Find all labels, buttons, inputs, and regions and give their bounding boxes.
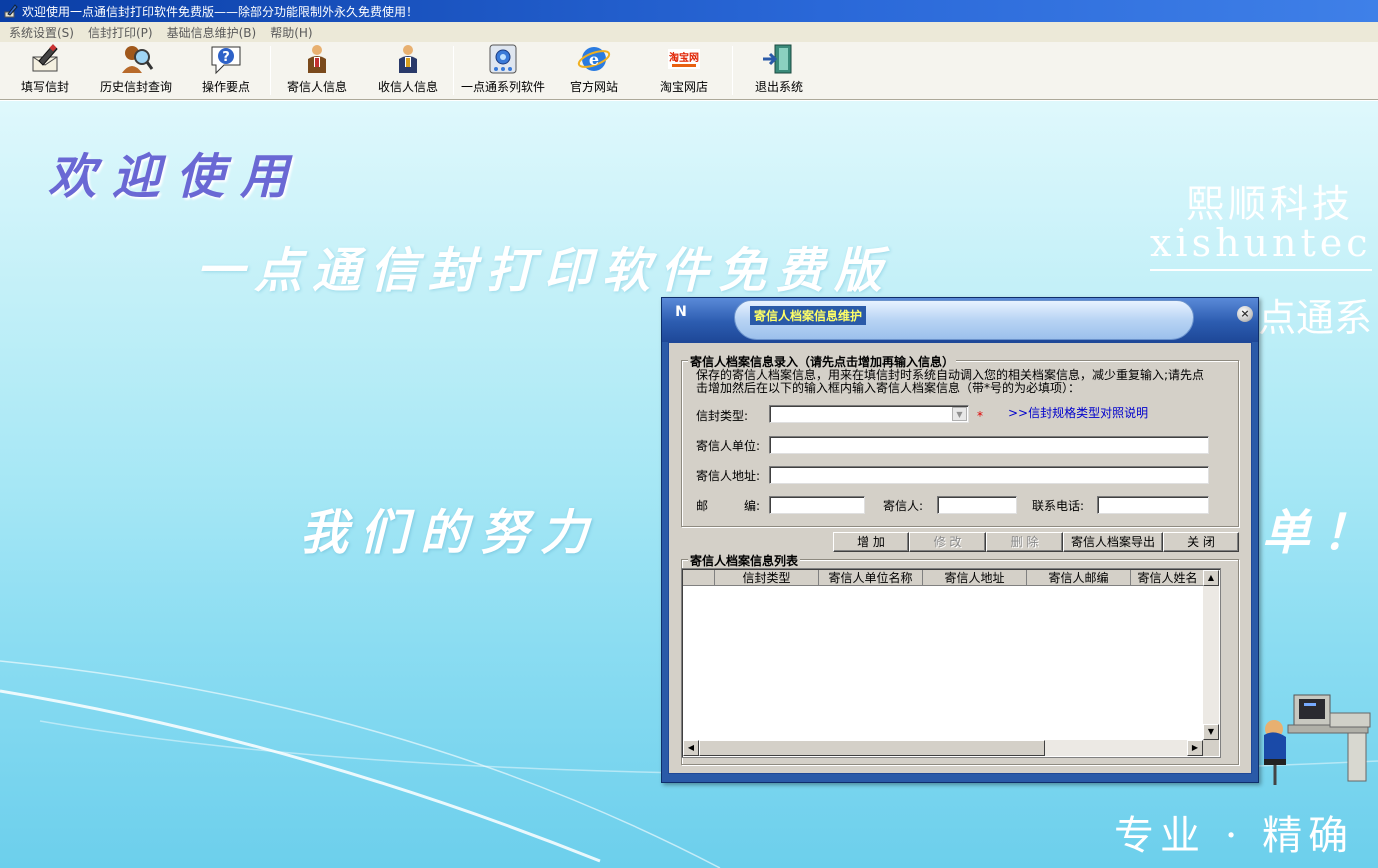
sender-archive-table[interactable]: 信封类型 寄信人单位名称 寄信人地址 寄信人邮编 寄信人姓名 ▲ ▼ ◀ ▶ bbox=[681, 568, 1221, 758]
column-header-sender-postcode[interactable]: 寄信人邮编 bbox=[1027, 570, 1131, 586]
company-name-cn: 熙顺科技 bbox=[1186, 182, 1355, 226]
window-title: 欢迎使用一点通信封打印软件免费版——除部分功能限制外永久免费使用！ bbox=[22, 4, 419, 19]
slogan-text: 专业 · 精确 bbox=[1114, 813, 1355, 859]
dialog-body: 寄信人档案信息录入（请先点击增加再输入信息） 保存的寄信人档案信息，用来在填信封… bbox=[668, 342, 1252, 774]
official-site-button[interactable]: e 官方网站 bbox=[552, 42, 636, 99]
phone-label: 联系电话: bbox=[1032, 499, 1085, 513]
taobao-logo-text: 淘宝网 bbox=[669, 51, 699, 64]
person-magnifier-icon bbox=[122, 46, 154, 73]
operation-tips-button[interactable]: ? 操作要点 bbox=[182, 42, 270, 99]
table-header: 信封类型 寄信人单位名称 寄信人地址 寄信人邮编 寄信人姓名 bbox=[683, 570, 1205, 586]
vertical-scrollbar[interactable]: ▲ ▼ bbox=[1203, 570, 1219, 740]
series-software-icon bbox=[489, 44, 517, 74]
column-header-sender-address[interactable]: 寄信人地址 bbox=[923, 570, 1027, 586]
scroll-up-icon[interactable]: ▲ bbox=[1203, 570, 1219, 586]
effort-banner-tail: 单！ bbox=[1262, 505, 1378, 561]
computer-worker-illustration bbox=[1264, 694, 1371, 785]
product-banner: 一点通信封打印软件免费版 bbox=[196, 243, 893, 299]
scrollbar-corner bbox=[1203, 740, 1219, 756]
horizontal-scroll-thumb[interactable] bbox=[699, 740, 1045, 756]
modify-button[interactable]: 修 改 bbox=[909, 532, 986, 552]
dialog-title: 寄信人档案信息维护 bbox=[750, 306, 867, 325]
dialog-logo-icon: N bbox=[675, 304, 687, 320]
sender-info-label: 寄信人信息 bbox=[286, 80, 347, 94]
series-software-button[interactable]: 一点通系列软件 bbox=[454, 42, 552, 99]
series-text: 点通系 bbox=[1258, 296, 1373, 340]
svg-text:e: e bbox=[589, 50, 599, 69]
history-query-button[interactable]: 历史信封查询 bbox=[90, 42, 182, 99]
required-mark: * bbox=[977, 409, 983, 423]
envelope-pen-icon bbox=[32, 44, 58, 72]
spec-link[interactable]: >>信封规格类型对照说明 bbox=[1008, 404, 1148, 421]
postcode-label-a: 邮 bbox=[696, 499, 709, 513]
postcode-label-b: 编: bbox=[744, 499, 761, 513]
history-query-label: 历史信封查询 bbox=[99, 80, 172, 94]
sender-name-input[interactable] bbox=[937, 496, 1017, 514]
sender-person-icon bbox=[308, 45, 326, 73]
phone-input[interactable] bbox=[1097, 496, 1209, 514]
entry-group: 寄信人档案信息录入（请先点击增加再输入信息） 保存的寄信人档案信息，用来在填信封… bbox=[681, 353, 1239, 527]
scroll-down-icon[interactable]: ▼ bbox=[1203, 724, 1219, 740]
sender-info-button[interactable]: 寄信人信息 bbox=[271, 42, 363, 99]
recipient-person-icon bbox=[399, 45, 417, 73]
close-button[interactable]: 关 闭 bbox=[1163, 532, 1239, 552]
fill-envelope-button[interactable]: 填写信封 bbox=[0, 42, 90, 99]
company-name-en: xishuntec bbox=[1150, 221, 1372, 271]
operation-tips-label: 操作要点 bbox=[201, 80, 250, 94]
svg-text:?: ? bbox=[222, 50, 230, 65]
toolbar: 填写信封 历史信封查询 ? 操作要点 寄信人信息 收信人信息 一点通系列软件 e… bbox=[0, 42, 1378, 100]
exit-door-icon bbox=[763, 44, 792, 74]
sender-address-input[interactable] bbox=[769, 466, 1209, 484]
app-pen-icon bbox=[4, 4, 18, 18]
sender-unit-label: 寄信人单位: bbox=[696, 439, 761, 453]
recipient-info-label: 收信人信息 bbox=[377, 80, 438, 94]
column-header-envelope-type[interactable]: 信封类型 bbox=[715, 570, 819, 586]
menu-envelope-print[interactable]: 信封打印(P) bbox=[81, 24, 160, 41]
recipient-info-button[interactable]: 收信人信息 bbox=[363, 42, 453, 99]
taobao-store-label: 淘宝网店 bbox=[659, 80, 708, 94]
exit-label: 退出系统 bbox=[754, 80, 803, 94]
export-button[interactable]: 寄信人档案导出 bbox=[1063, 532, 1163, 552]
taobao-logo-icon: 淘宝网 bbox=[668, 49, 700, 69]
sender-archive-dialog: N 寄信人档案信息维护 × 寄信人档案信息录入（请先点击增加再输入信息） 保存的… bbox=[661, 297, 1259, 783]
effort-banner: 我们的努力 bbox=[300, 505, 601, 561]
dialog-title-bar[interactable]: N 寄信人档案信息维护 × bbox=[662, 298, 1258, 342]
envelope-type-label: 信封类型: bbox=[696, 409, 749, 423]
menu-bar: 系统设置(S) 信封打印(P) 基础信息维护(B) 帮助(H) bbox=[0, 22, 1378, 42]
list-group-title: 寄信人档案信息列表 bbox=[688, 552, 801, 569]
add-button[interactable]: 增 加 bbox=[833, 532, 909, 552]
horizontal-scrollbar[interactable]: ◀ ▶ bbox=[683, 740, 1203, 756]
dialog-close-icon[interactable]: × bbox=[1237, 306, 1253, 322]
sender-unit-input[interactable] bbox=[769, 436, 1209, 454]
postcode-input[interactable] bbox=[769, 496, 865, 514]
delete-button[interactable]: 删 除 bbox=[986, 532, 1063, 552]
entry-hint: 保存的寄信人档案信息，用来在填信封时系统自动调入您的相关档案信息，减少重复输入;… bbox=[696, 368, 1205, 395]
series-software-label: 一点通系列软件 bbox=[460, 80, 545, 94]
internet-explorer-icon: e bbox=[577, 47, 611, 71]
scroll-right-icon[interactable]: ▶ bbox=[1187, 740, 1203, 756]
fill-envelope-label: 填写信封 bbox=[20, 80, 69, 94]
column-header-sender-unit[interactable]: 寄信人单位名称 bbox=[819, 570, 923, 586]
exit-button[interactable]: 退出系统 bbox=[733, 42, 825, 99]
menu-basic-info[interactable]: 基础信息维护(B) bbox=[160, 24, 264, 41]
sender-name-label: 寄信人: bbox=[883, 499, 924, 513]
scroll-left-icon[interactable]: ◀ bbox=[683, 740, 699, 756]
menu-help[interactable]: 帮助(H) bbox=[263, 24, 319, 41]
title-bar: 欢迎使用一点通信封打印软件免费版——除部分功能限制外永久免费使用！ bbox=[0, 0, 1378, 22]
menu-system-settings[interactable]: 系统设置(S) bbox=[2, 24, 81, 41]
sender-address-label: 寄信人地址: bbox=[696, 469, 761, 483]
taobao-store-button[interactable]: 淘宝网 淘宝网店 bbox=[636, 42, 732, 99]
envelope-type-select[interactable]: ▼ bbox=[769, 405, 969, 423]
help-question-icon: ? bbox=[211, 46, 241, 75]
welcome-heading: 欢迎使用 bbox=[48, 149, 305, 205]
official-site-label: 官方网站 bbox=[569, 80, 618, 94]
button-row: 增 加 修 改 删 除 寄信人档案导出 关 闭 bbox=[669, 532, 1253, 554]
chevron-down-icon[interactable]: ▼ bbox=[952, 407, 967, 421]
column-header-indicator[interactable] bbox=[683, 570, 715, 586]
column-header-sender-name[interactable]: 寄信人姓名 bbox=[1131, 570, 1205, 586]
